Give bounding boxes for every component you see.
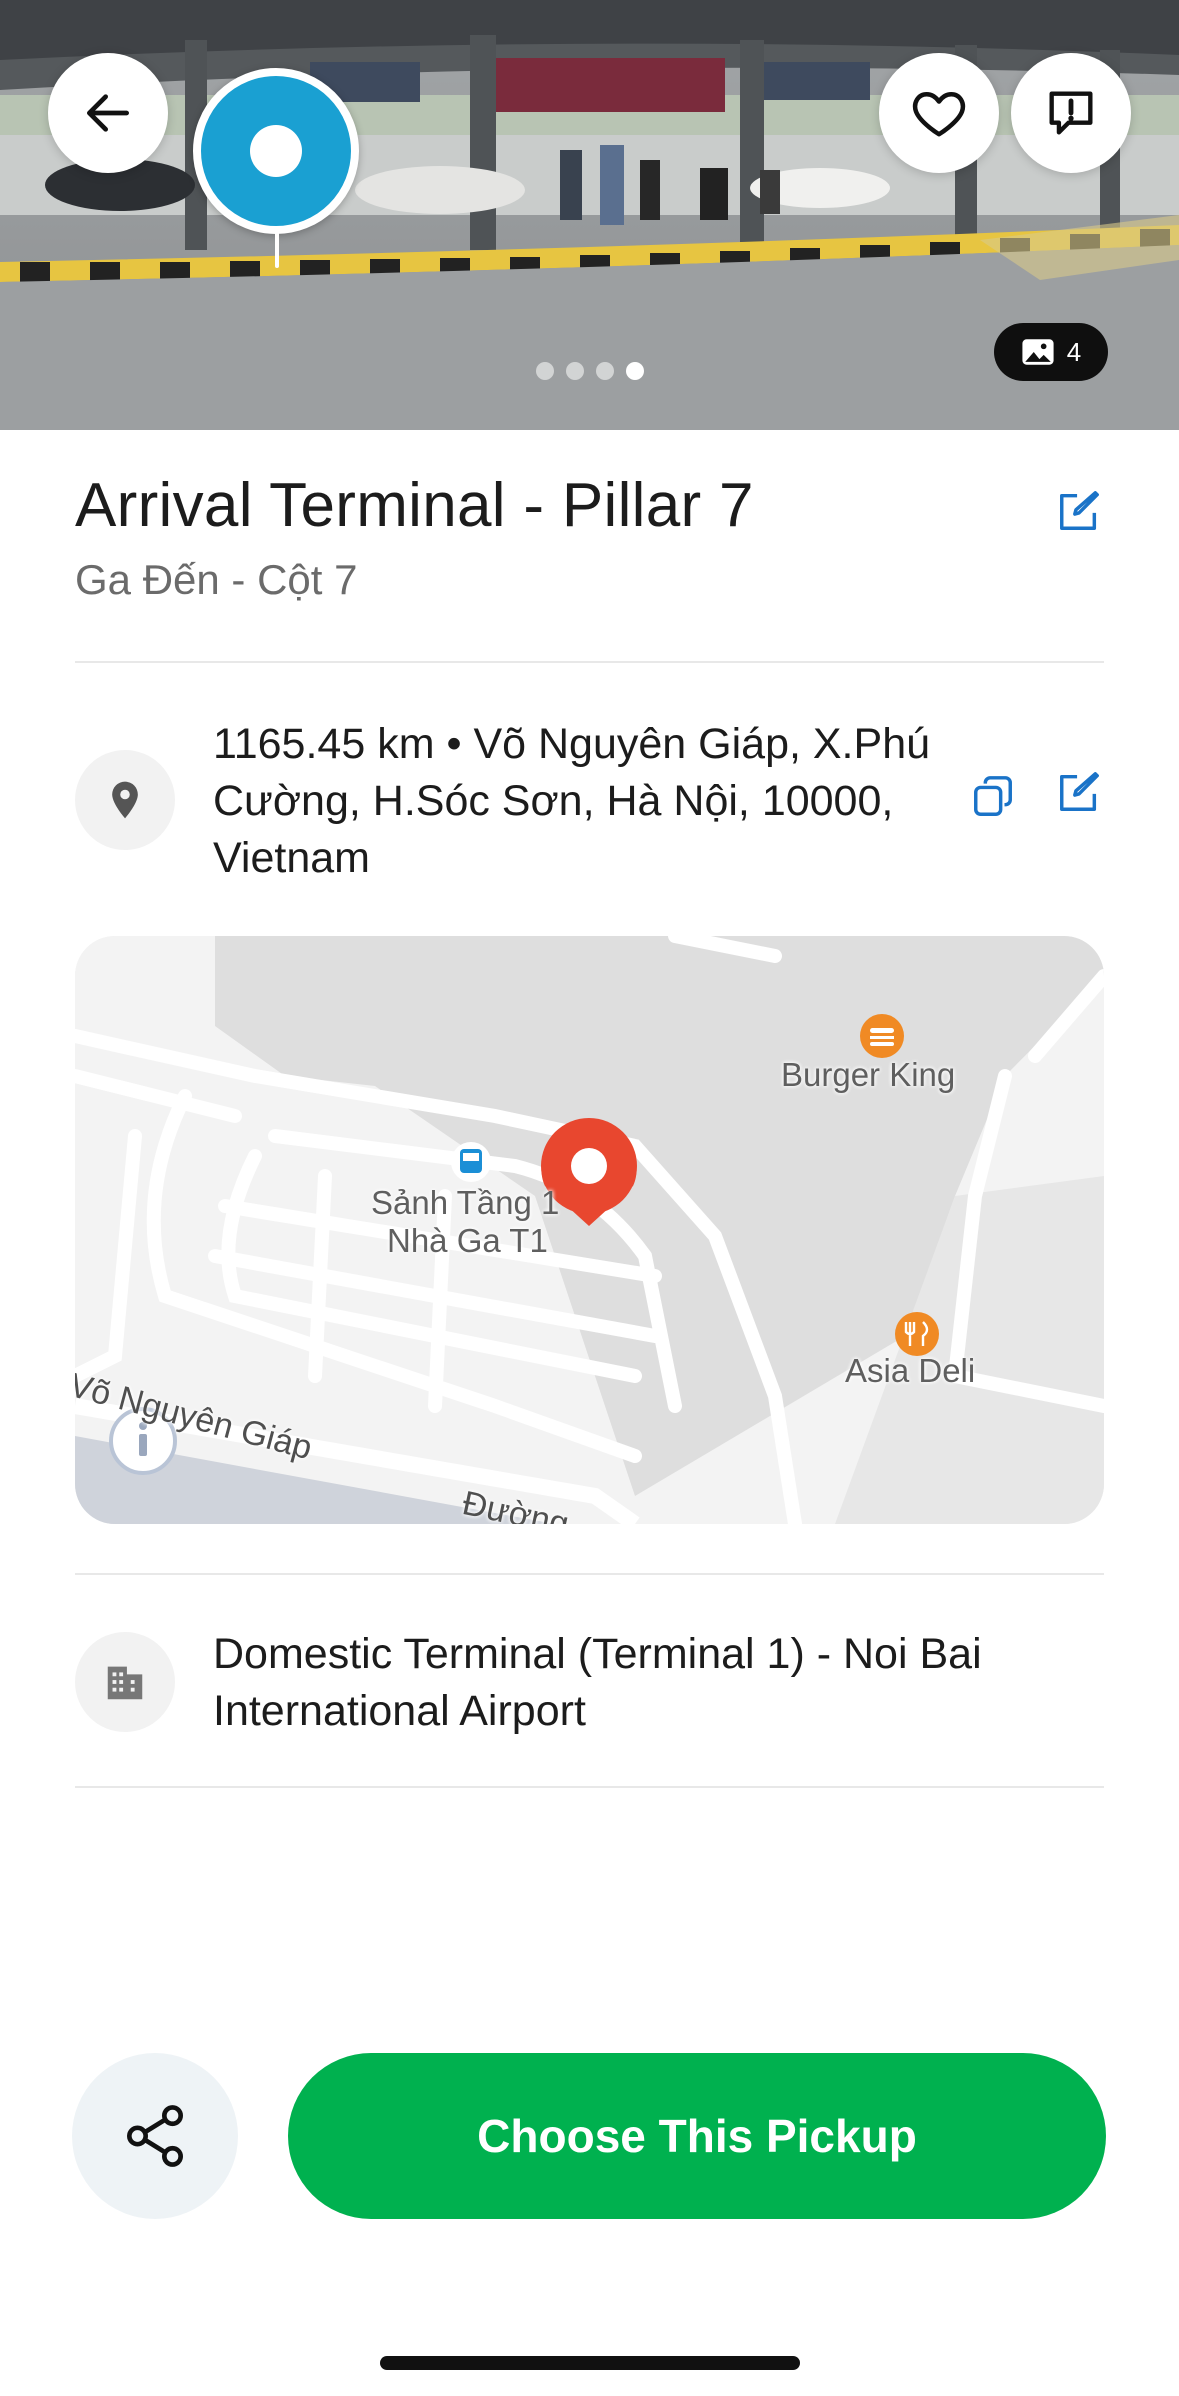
pagination-dot[interactable] [536,362,554,380]
map-poi-asia-deli: Asia Deli [845,1352,976,1389]
building-icon [107,1666,143,1700]
copy-icon [974,776,1012,816]
restaurant-icon [895,1312,939,1356]
location-map[interactable]: Burger King Asia Deli Sảnh Tầng 1 Nhà Ga… [75,936,1104,1524]
bus-stop-icon [451,1142,491,1182]
photo-count-badge[interactable]: 4 [994,323,1108,381]
favorite-button[interactable] [879,53,999,173]
building-name: Domestic Terminal (Terminal 1) - Noi Bai… [213,1630,982,1735]
photo-pagination [536,362,644,380]
map-poi-burger-king: Burger King [781,1056,956,1093]
street-view-marker [193,68,359,234]
edit-address-button[interactable] [1056,769,1102,820]
pagination-dot[interactable] [596,362,614,380]
photo-count-text: 4 [1066,336,1082,367]
building-icon-badge [75,1632,175,1732]
address-text: 1165.45 km • Võ Nguyên Giáp, X.Phú Cường… [213,720,931,882]
back-button[interactable] [48,53,168,173]
address-icon-badge [75,750,175,850]
share-icon [127,2105,183,2167]
map-poi-terminal-line1: Sảnh Tầng 1 [371,1184,560,1221]
edit-icon [1060,491,1099,530]
map-poi-terminal-line2: Nhà Ga T1 [387,1222,548,1259]
location-photo[interactable]: 4 [0,0,1179,430]
location-pin-icon [112,781,138,819]
divider [75,1573,1104,1575]
arrow-left-icon [87,94,129,132]
report-icon [1049,91,1093,135]
home-indicator[interactable] [380,2356,800,2370]
pagination-dot-active[interactable] [626,362,644,380]
place-subtitle: Ga Đến - Cột 7 [75,556,358,603]
place-title: Arrival Terminal - Pillar 7 [75,471,754,540]
burger-icon [860,1014,904,1058]
heart-icon [912,92,966,137]
copy-address-button[interactable] [970,774,1016,825]
pagination-dot[interactable] [566,362,584,380]
street-view-marker-stem [275,228,279,268]
divider [75,661,1104,663]
edit-icon [1060,772,1099,811]
choose-pickup-button[interactable]: Choose This Pickup [288,2053,1106,2219]
divider [75,1786,1104,1788]
edit-title-button[interactable] [1056,488,1102,539]
image-icon [1022,339,1054,365]
share-button[interactable] [72,2053,238,2219]
report-button[interactable] [1011,53,1131,173]
